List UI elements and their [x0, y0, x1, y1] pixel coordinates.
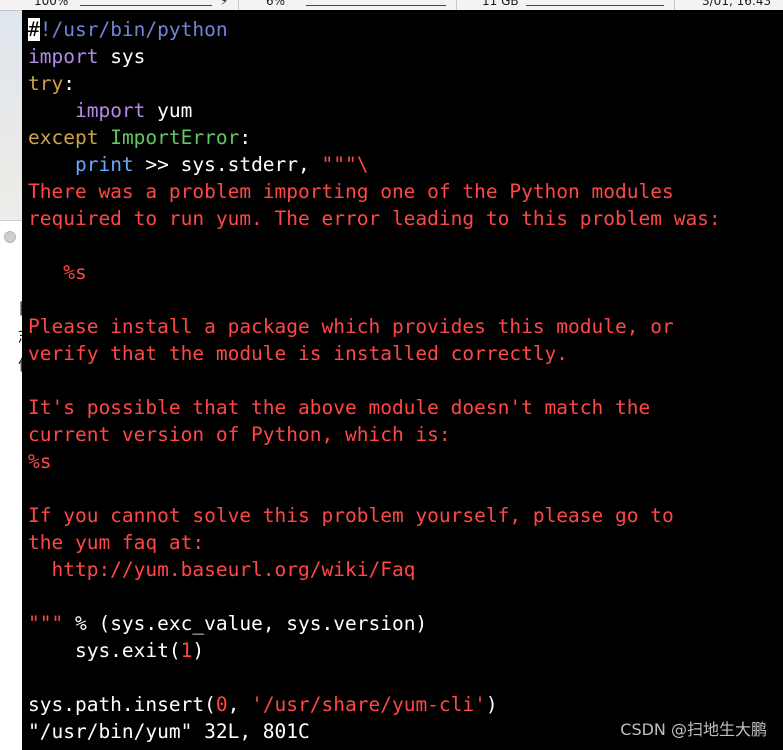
- code-token: '/usr/share/yum-cli': [251, 693, 486, 716]
- code-line: required to run yum. The error leading t…: [28, 205, 721, 232]
- code-token: There was a problem importing one of the…: [28, 180, 674, 203]
- code-token: Please install a package which provides …: [28, 315, 674, 338]
- code-token: !/usr/bin/python: [39, 18, 228, 41]
- code-token: print: [74, 153, 134, 176]
- code-line: http://yum.baseurl.org/wiki/Faq: [28, 556, 721, 583]
- code-token: 1: [180, 639, 193, 662]
- menubar-divider: [456, 0, 457, 10]
- code-token: ,: [227, 693, 252, 716]
- code-token: http://yum.baseurl.org/wiki/Faq: [28, 558, 416, 581]
- code-token: ImportError: [110, 126, 240, 149]
- battery-status[interactable]: 100%: [34, 0, 68, 8]
- code-line: import sys: [28, 43, 721, 70]
- code-line: #!/usr/bin/python: [28, 16, 721, 43]
- disk-graph-line: [526, 5, 664, 6]
- code-token: It's possible that the above module does…: [28, 396, 651, 419]
- code-token: % (sys.exc_value, sys.version): [63, 612, 428, 635]
- code-line: "/usr/bin/yum" 32L, 801C: [28, 718, 721, 745]
- code-token: verify that the module is installed corr…: [28, 342, 569, 365]
- clock-status[interactable]: 3/01, 16:43: [702, 0, 771, 8]
- menubar-divider: [674, 0, 675, 10]
- background-window[interactable]: 目 志 信: [0, 220, 34, 750]
- code-token: If you cannot solve this problem yoursel…: [28, 504, 674, 527]
- code-token: :: [239, 126, 252, 149]
- code-line: %s: [28, 259, 721, 286]
- window-control-icon[interactable]: [4, 231, 16, 243]
- code-line: It's possible that the above module does…: [28, 394, 721, 421]
- code-line: %s: [28, 448, 721, 475]
- code-line: Please install a package which provides …: [28, 313, 721, 340]
- code-token: try: [28, 72, 64, 95]
- code-token: %s: [28, 450, 52, 473]
- code-line: If you cannot solve this problem yoursel…: [28, 502, 721, 529]
- code-token: """\: [321, 153, 369, 176]
- disk-status[interactable]: 11 GB: [482, 0, 519, 8]
- code-token: 0: [215, 693, 228, 716]
- code-line: sys.path.insert(0, '/usr/share/yum-cli'): [28, 691, 721, 718]
- code-token: the yum faq at:: [28, 531, 205, 554]
- code-line: """ % (sys.exc_value, sys.version): [28, 610, 721, 637]
- code-token: except: [28, 126, 99, 149]
- cpu-graph-line: [306, 5, 446, 6]
- code-token: sys.path.insert(: [28, 693, 216, 716]
- code-line: There was a problem importing one of the…: [28, 178, 721, 205]
- code-token: :: [63, 72, 75, 95]
- code-token: current version of Python, which is:: [28, 423, 451, 446]
- code-token: """: [28, 612, 64, 635]
- cpu-status[interactable]: 6%: [266, 0, 285, 8]
- code-line: verify that the module is installed corr…: [28, 340, 721, 367]
- charging-icon: ⚡: [220, 0, 229, 8]
- code-token: required to run yum. The error leading t…: [28, 207, 721, 230]
- terminal-window[interactable]: #!/usr/bin/python import sys try: import y…: [22, 10, 783, 750]
- code-line: import yum: [28, 97, 721, 124]
- menubar-divider: [238, 0, 239, 10]
- code-token: "/usr/bin/yum" 32L, 801C: [28, 720, 310, 743]
- code-token: import: [28, 45, 99, 68]
- code-token: ): [485, 693, 498, 716]
- code-token: sys.exit(: [28, 639, 181, 662]
- code-token: sys: [98, 45, 146, 68]
- code-line: print >> sys.stderr, """\: [28, 151, 721, 178]
- csdn-watermark: CSDN @扫地生大鹏: [620, 720, 767, 739]
- terminal-cursor: #: [28, 18, 40, 41]
- battery-graph-line: [80, 5, 212, 6]
- desktop-background: 目 志 信 100% ⚡ 6% 11 GB 3/01, 16:43 #!/usr…: [0, 0, 783, 750]
- code-token: >> sys.stderr,: [133, 153, 322, 176]
- code-line: sys.exit(1): [28, 637, 721, 664]
- code-token: import: [74, 99, 146, 122]
- code-token: %s: [28, 261, 87, 284]
- code-line: current version of Python, which is:: [28, 421, 721, 448]
- code-line: except ImportError:: [28, 124, 721, 151]
- code-token: ): [192, 639, 205, 662]
- code-token: yum: [145, 99, 193, 122]
- vim-editor-content[interactable]: #!/usr/bin/python import sys try: import y…: [28, 16, 721, 745]
- code-line: the yum faq at:: [28, 529, 721, 556]
- code-line: try:: [28, 70, 721, 97]
